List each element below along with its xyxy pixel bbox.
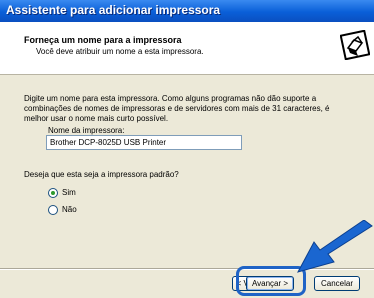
cancel-button[interactable]: Cancelar [314, 276, 360, 291]
radio-selected-dot [51, 191, 55, 195]
wizard-window: Assistente para adicionar impressora For… [0, 0, 374, 298]
printer-name-input[interactable] [46, 135, 242, 150]
radio-label-sim: Sim [62, 188, 76, 197]
printer-icon [340, 30, 370, 60]
window-title: Assistente para adicionar impressora [6, 3, 221, 17]
default-printer-question: Deseja que esta seja a impressora padrão… [24, 170, 179, 179]
radio-button-sim[interactable] [48, 188, 58, 198]
header-title: Forneça um nome para a impressora [24, 35, 182, 45]
description-text: Digite um nome para esta impressora. Com… [24, 94, 330, 123]
arrow-icon [297, 220, 373, 273]
printer-name-label: Nome da impressora: [48, 126, 125, 135]
title-bar[interactable]: Assistente para adicionar impressora [0, 0, 374, 22]
wizard-header: Forneça um nome para a impressora Você d… [0, 22, 374, 75]
radio-button-nao[interactable] [48, 205, 58, 215]
header-subtitle: Você deve atribuir um nome a esta impres… [36, 47, 204, 56]
radio-label-nao: Não [62, 205, 77, 214]
